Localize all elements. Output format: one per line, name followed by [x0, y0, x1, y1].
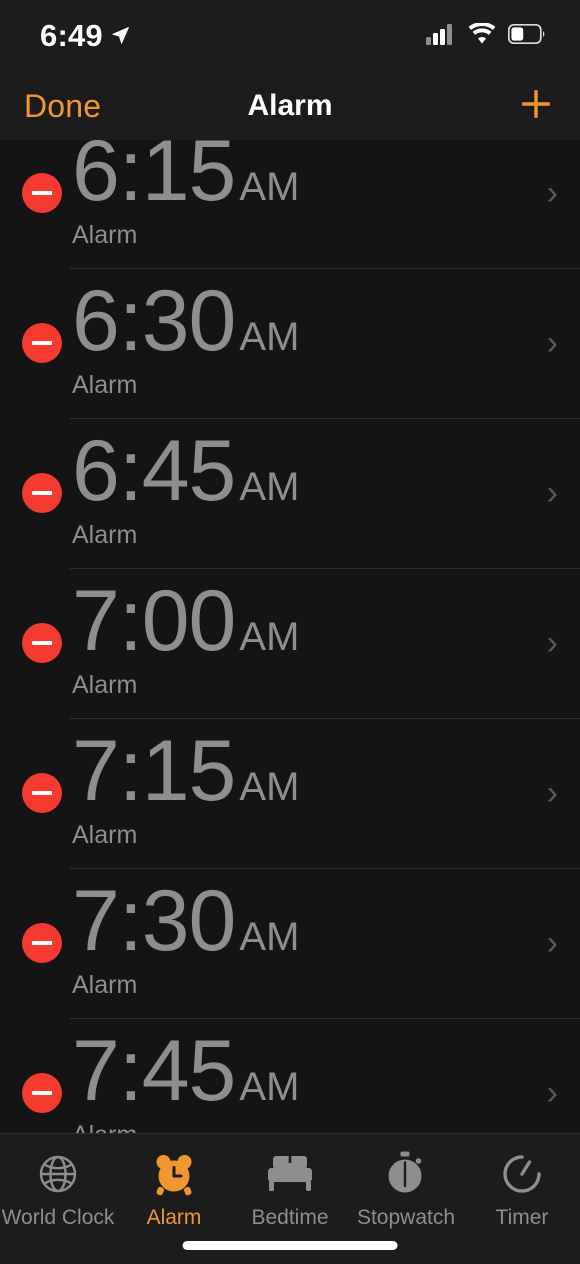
tab-label: Stopwatch: [356, 1206, 456, 1229]
plus-icon: [516, 84, 556, 129]
chevron-right-icon: ›: [546, 1074, 558, 1112]
alarm-time: 6:15: [72, 140, 236, 219]
minus-circle-icon[interactable]: [22, 923, 62, 963]
chevron-right-icon: ›: [546, 624, 558, 662]
alarm-row[interactable]: 7:45 AM Alarm ›: [0, 1018, 580, 1133]
alarm-row[interactable]: 7:00 AM Alarm ›: [0, 568, 580, 718]
minus-bar: [32, 341, 52, 345]
minus-circle-icon[interactable]: [22, 623, 62, 663]
chevron-right-icon: ›: [546, 474, 558, 512]
alarm-time: 7:00: [72, 572, 236, 669]
location-arrow-icon: [110, 18, 131, 54]
status-bar-time: 6:49: [40, 18, 103, 53]
alarm-row-text: 7:00 AM Alarm: [72, 572, 547, 704]
alarm-label: Alarm: [72, 821, 138, 850]
alarm-app-screen: 6:49 Done Alarm 6:15 AM Alarm › 6:30 AM …: [0, 0, 580, 1264]
alarm-row[interactable]: 6:15 AM Alarm ›: [0, 140, 580, 268]
alarm-time-line: 6:30 AM: [72, 272, 547, 369]
alarm-label: Alarm: [72, 371, 138, 400]
alarm-meridiem: AM: [239, 764, 300, 809]
alarm-row[interactable]: 6:45 AM Alarm ›: [0, 418, 580, 568]
status-bar-indicators: [426, 21, 546, 50]
alarm-row-text: 6:15 AM Alarm: [72, 140, 547, 254]
navigation-bar: Done Alarm: [0, 72, 580, 140]
minus-circle-icon[interactable]: [22, 173, 62, 213]
alarm-label: Alarm: [72, 521, 138, 550]
tab-label: Alarm: [146, 1206, 202, 1229]
alarm-time-line: 7:15 AM: [72, 722, 547, 819]
alarm-meridiem: AM: [239, 464, 300, 509]
timer-icon: [499, 1148, 545, 1200]
alarm-label: Alarm: [72, 971, 138, 1000]
alarm-row-text: 7:30 AM Alarm: [72, 872, 547, 1004]
alarm-meridiem: AM: [239, 614, 300, 659]
home-indicator[interactable]: [182, 1241, 398, 1250]
alarm-row[interactable]: 7:15 AM Alarm ›: [0, 718, 580, 868]
alarm-label: Alarm: [72, 221, 138, 250]
chevron-right-icon: ›: [546, 774, 558, 812]
bed-icon: [264, 1148, 316, 1200]
alarm-row[interactable]: 6:30 AM Alarm ›: [0, 268, 580, 418]
tab-alarm[interactable]: Alarm: [116, 1148, 232, 1230]
alarm-row[interactable]: 7:30 AM Alarm ›: [0, 868, 580, 1018]
minus-bar: [32, 1091, 52, 1095]
alarm-label: Alarm: [72, 671, 138, 700]
chevron-right-icon: ›: [546, 324, 558, 362]
alarm-time: 7:30: [72, 872, 236, 969]
cellular-signal-icon: [426, 23, 456, 50]
minus-bar: [32, 491, 52, 495]
alarm-time: 6:30: [72, 272, 236, 369]
alarm-time: 6:45: [72, 422, 236, 519]
minus-bar: [32, 941, 52, 945]
alarm-meridiem: AM: [239, 1064, 300, 1109]
alarm-time-line: 6:45 AM: [72, 422, 547, 519]
alarm-row-text: 6:45 AM Alarm: [72, 422, 547, 554]
add-alarm-button[interactable]: [516, 84, 556, 129]
battery-icon: [507, 23, 546, 49]
minus-bar: [32, 191, 52, 195]
alarm-meridiem: AM: [239, 314, 300, 359]
minus-circle-icon[interactable]: [22, 1073, 62, 1113]
alarm-label: Alarm: [72, 1121, 547, 1133]
alarm-time-line: 7:45 AM: [72, 1022, 547, 1119]
alarm-time-line: 6:15 AM: [72, 140, 547, 219]
tab-bedtime[interactable]: Bedtime: [232, 1148, 348, 1230]
minus-bar: [32, 641, 52, 645]
alarm-row-text: 7:15 AM Alarm: [72, 722, 547, 854]
alarm-time: 7:15: [72, 722, 236, 819]
alarm-meridiem: AM: [239, 164, 300, 209]
alarm-time-line: 7:30 AM: [72, 872, 547, 969]
tab-label: Bedtime: [251, 1206, 329, 1229]
alarm-clock-icon: [150, 1148, 198, 1200]
tab-world-clock[interactable]: World Clock: [0, 1148, 116, 1230]
tab-stopwatch[interactable]: Stopwatch: [348, 1148, 464, 1230]
alarm-row-text: 6:30 AM Alarm: [72, 272, 547, 404]
alarm-meridiem: AM: [239, 914, 300, 959]
tab-label: Timer: [495, 1206, 549, 1229]
tab-label: World Clock: [1, 1206, 115, 1229]
chevron-right-icon: ›: [546, 924, 558, 962]
minus-circle-icon[interactable]: [22, 323, 62, 363]
tab-timer[interactable]: Timer: [464, 1148, 580, 1230]
wifi-icon: [468, 21, 496, 49]
chevron-right-icon: ›: [546, 174, 558, 212]
minus-bar: [32, 791, 52, 795]
minus-circle-icon[interactable]: [22, 473, 62, 513]
status-bar: 6:49: [0, 0, 580, 72]
alarm-list[interactable]: 6:15 AM Alarm › 6:30 AM Alarm › 6:45 AM …: [0, 140, 580, 1133]
alarm-row-text: 7:45 AM Alarm: [72, 1022, 547, 1133]
status-bar-time-group: 6:49: [40, 18, 131, 54]
done-button[interactable]: Done: [24, 88, 101, 125]
minus-circle-icon[interactable]: [22, 773, 62, 813]
globe-icon: [35, 1148, 81, 1200]
alarm-time-line: 7:00 AM: [72, 572, 547, 669]
stopwatch-icon: [383, 1148, 429, 1200]
alarm-time: 7:45: [72, 1022, 236, 1119]
